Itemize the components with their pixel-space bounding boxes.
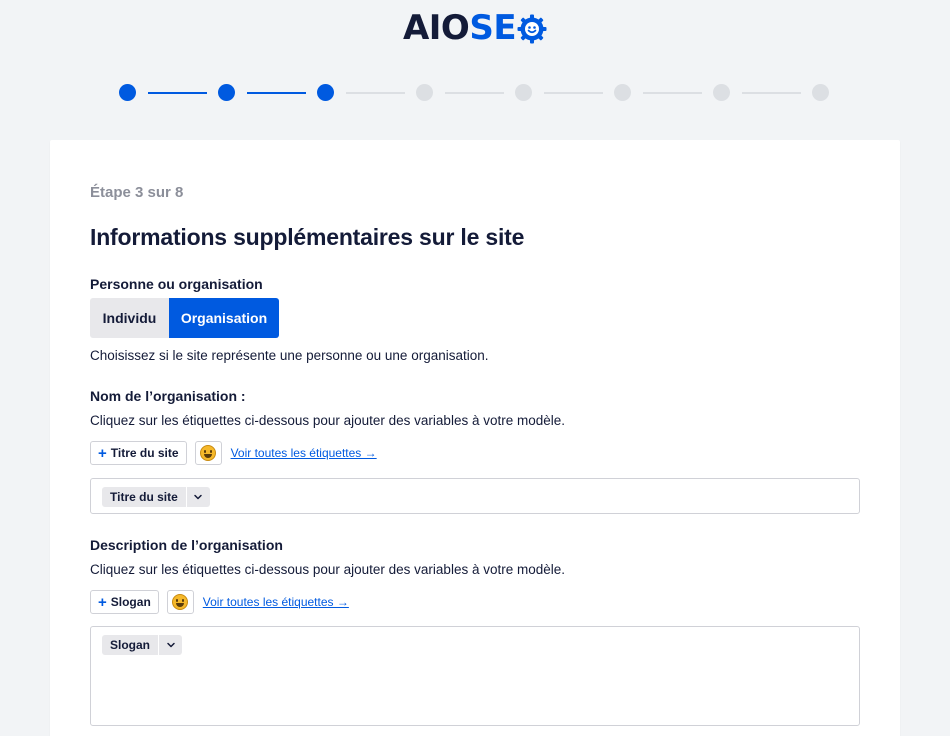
see-all-tags-link[interactable]: Voir toutes les étiquettes → (203, 595, 349, 609)
organisation-name-tag-row: + Titre du site Voir toutes les étiquett… (90, 441, 377, 465)
organisation-description-editor[interactable]: Slogan (90, 626, 860, 726)
step-dot-7 (713, 84, 730, 101)
step-connector-7 (742, 92, 801, 94)
wizard-progress-stepper (119, 84, 839, 102)
logo-text-se: SE (469, 8, 517, 48)
step-dot-3 (317, 84, 334, 101)
slogan-tag-chip[interactable]: Slogan (102, 635, 183, 655)
add-site-title-tag-button[interactable]: + Titre du site (90, 441, 187, 465)
add-slogan-tag-button[interactable]: + Slogan (90, 590, 159, 614)
organisation-name-editor[interactable]: Titre du site (90, 478, 860, 514)
organisation-name-label: Nom de l’organisation : (90, 388, 246, 404)
step-connector-6 (643, 92, 702, 94)
person-or-organisation-label: Personne ou organisation (90, 276, 263, 292)
chevron-down-icon[interactable] (185, 487, 210, 507)
organisation-name-help-text: Cliquez sur les étiquettes ci-dessous po… (90, 413, 565, 428)
logo-gear-icon (517, 14, 547, 44)
aioseo-logo: AIO SE (0, 8, 950, 48)
organisation-option-button[interactable]: Organisation (169, 298, 279, 338)
organisation-description-label: Description de l’organisation (90, 537, 283, 553)
emoji-picker-button[interactable] (194, 441, 222, 465)
emoji-picker-button[interactable] (166, 590, 194, 614)
page-title: Informations supplémentaires sur le site (90, 224, 525, 250)
step-dot-8 (812, 84, 829, 101)
site-title-tag-chip[interactable]: Titre du site (102, 487, 210, 507)
person-organisation-toggle: Individu Organisation (90, 298, 279, 338)
step-connector-5 (544, 92, 603, 94)
step-dot-4 (416, 84, 433, 101)
chevron-down-icon[interactable] (158, 635, 182, 655)
chip-label: Titre du site (110, 490, 178, 504)
step-connector-2 (247, 92, 306, 94)
step-connector-3 (346, 92, 405, 94)
step-connector-1 (148, 92, 207, 94)
smiley-face-icon (172, 594, 189, 610)
step-dot-6 (614, 84, 631, 101)
tag-button-label: Titre du site (110, 446, 179, 460)
logo-text-aio: AIO (402, 8, 470, 48)
tag-button-label: Slogan (110, 595, 151, 609)
step-dot-5 (515, 84, 532, 101)
organisation-description-tag-row: + Slogan Voir toutes les étiquettes → (90, 590, 349, 614)
smiley-face-icon (200, 445, 217, 461)
person-organisation-help-text: Choisissez si le site représente une per… (90, 348, 489, 363)
step-dot-1 (119, 84, 136, 101)
step-connector-4 (445, 92, 504, 94)
plus-icon: + (98, 444, 107, 462)
organisation-description-help-text: Cliquez sur les étiquettes ci-dessous po… (90, 562, 565, 577)
chip-label: Slogan (110, 638, 151, 652)
step-dot-2 (218, 84, 235, 101)
step-counter: Étape 3 sur 8 (90, 184, 184, 201)
wizard-card: Étape 3 sur 8 Informations supplémentair… (50, 140, 900, 736)
see-all-tags-link[interactable]: Voir toutes les étiquettes → (231, 446, 377, 460)
individual-option-button[interactable]: Individu (90, 298, 169, 338)
plus-icon: + (98, 593, 107, 611)
